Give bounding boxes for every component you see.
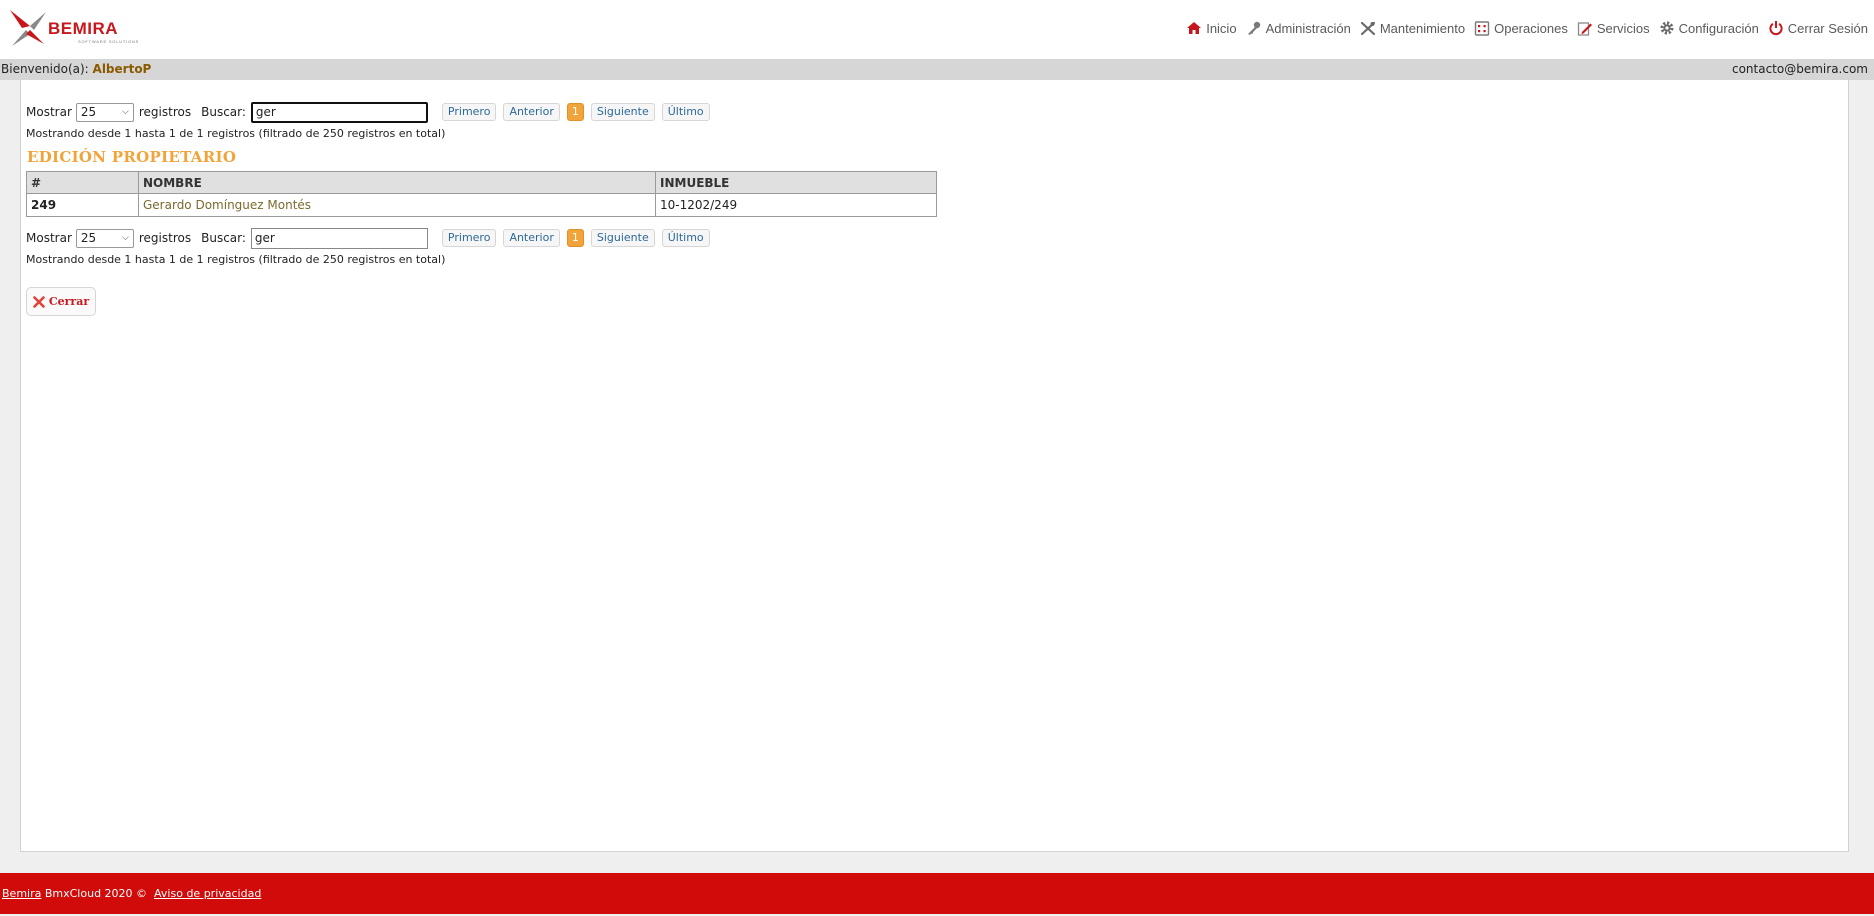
search-label: Buscar: — [201, 231, 246, 245]
logo-text: BEMIRA — [48, 19, 119, 38]
next-page-button[interactable]: Siguiente — [590, 103, 655, 121]
top-header: BEMIRA SOFTWARE SOLUTIONS Inicio Adminis… — [0, 0, 1874, 59]
column-header-number[interactable]: # — [26, 171, 139, 194]
footer: Bemira BmxCloud 2020 © Aviso de privacid… — [0, 873, 1874, 914]
show-label: Mostrar — [26, 231, 72, 245]
next-page-button[interactable]: Siguiente — [590, 229, 655, 247]
table-row[interactable]: 249 Gerardo Domínguez Montés 10-1202/249 — [26, 193, 937, 217]
current-page-button[interactable]: 1 — [566, 103, 584, 121]
cell-property: 10-1202/249 — [655, 193, 937, 217]
nav-label: Configuración — [1678, 20, 1759, 36]
gear-icon — [1660, 21, 1674, 35]
contact-email: contacto@bemira.com — [1731, 62, 1868, 76]
cell-owner-name[interactable]: Gerardo Domínguez Montés — [138, 193, 656, 217]
page-size-value: 25 — [80, 231, 97, 245]
nav-administracion[interactable]: Administración — [1246, 21, 1351, 36]
page-size-select[interactable]: 25 ⌵ — [75, 102, 134, 122]
power-icon — [1769, 21, 1783, 36]
nav-label: Administración — [1265, 20, 1351, 36]
key-icon — [1247, 21, 1260, 35]
last-page-button[interactable]: Último — [661, 103, 710, 121]
close-label: Cerrar — [48, 295, 90, 308]
show-label: Mostrar — [26, 105, 72, 119]
nav-operaciones[interactable]: Operaciones — [1474, 21, 1568, 36]
pagination: Primero Anterior 1 Siguiente Último — [441, 103, 717, 121]
close-icon — [33, 295, 45, 308]
home-icon — [1187, 22, 1202, 34]
content-panel: Mostrar 25 ⌵ registros Buscar: Primero A… — [20, 80, 1849, 852]
search-input[interactable] — [250, 101, 428, 123]
search-label: Buscar: — [201, 105, 246, 119]
nav-label: Cerrar Sesión — [1787, 20, 1868, 36]
first-page-button[interactable]: Primero — [441, 103, 497, 121]
last-page-button[interactable]: Último — [661, 229, 710, 247]
previous-page-button[interactable]: Anterior — [503, 229, 560, 247]
chevron-down-icon: ⌵ — [122, 107, 129, 117]
bottom-table-controls: Mostrar 25 ⌵ registros Buscar: Primero A… — [26, 227, 717, 249]
nav-servicios[interactable]: Servicios — [1577, 21, 1650, 36]
top-table-controls: Mostrar 25 ⌵ registros Buscar: Primero A… — [26, 101, 717, 123]
welcome-prefix: Bienvenido(a): — [1, 62, 89, 76]
welcome-bar: Bienvenido(a): AlbertoP contacto@bemira.… — [0, 59, 1874, 80]
records-label: registros — [138, 105, 192, 119]
privacy-link[interactable]: Aviso de privacidad — [154, 887, 261, 900]
column-header-inmueble[interactable]: INMUEBLE — [655, 171, 937, 194]
welcome-greeting: Bienvenido(a): AlbertoP — [1, 59, 151, 80]
copyright-text: BmxCloud 2020 © — [44, 887, 148, 900]
records-label: registros — [138, 231, 192, 245]
nav-label: Servicios — [1596, 20, 1650, 36]
cell-id: 249 — [26, 193, 139, 217]
column-header-nombre[interactable]: NOMBRE — [138, 171, 656, 194]
logo-mark-icon — [10, 10, 46, 46]
records-info: Mostrando desde 1 hasta 1 de 1 registros… — [26, 127, 446, 140]
tools-icon — [1360, 21, 1375, 35]
edit-icon — [1577, 21, 1592, 36]
main-nav: Inicio Administración Mantenimiento Oper… — [1177, 18, 1868, 38]
calculator-icon — [1474, 20, 1490, 36]
nav-inicio[interactable]: Inicio — [1186, 20, 1237, 36]
page-size-select[interactable]: 25 ⌵ — [75, 228, 134, 248]
nav-mantenimiento[interactable]: Mantenimiento — [1360, 21, 1465, 36]
first-page-button[interactable]: Primero — [441, 229, 497, 247]
user-name: AlbertoP — [92, 62, 152, 76]
nav-label: Mantenimiento — [1379, 20, 1466, 36]
close-button[interactable]: Cerrar — [26, 287, 96, 316]
nav-configuracion[interactable]: Configuración — [1659, 20, 1759, 36]
nav-label: Inicio — [1206, 20, 1237, 36]
page-size-value: 25 — [80, 105, 97, 119]
footer-content: Bemira BmxCloud 2020 © Aviso de privacid… — [2, 873, 261, 914]
records-info: Mostrando desde 1 hasta 1 de 1 registros… — [26, 253, 446, 266]
table-header-row: # NOMBRE INMUEBLE — [26, 171, 937, 194]
previous-page-button[interactable]: Anterior — [503, 103, 560, 121]
logo-tagline: SOFTWARE SOLUTIONS — [78, 39, 140, 44]
bemira-logo[interactable]: BEMIRA SOFTWARE SOLUTIONS — [8, 8, 140, 52]
nav-cerrar-sesion[interactable]: Cerrar Sesión — [1768, 20, 1868, 36]
nav-label: Operaciones — [1494, 20, 1568, 36]
search-input[interactable] — [250, 227, 428, 249]
pagination: Primero Anterior 1 Siguiente Último — [441, 229, 717, 247]
bemira-link[interactable]: Bemira — [2, 887, 41, 900]
current-page-button[interactable]: 1 — [566, 229, 584, 247]
chevron-down-icon: ⌵ — [122, 233, 129, 243]
owners-table: # NOMBRE INMUEBLE 249 Gerardo Domínguez … — [26, 171, 937, 217]
section-title: EDICIÓN PROPIETARIO — [27, 148, 237, 166]
